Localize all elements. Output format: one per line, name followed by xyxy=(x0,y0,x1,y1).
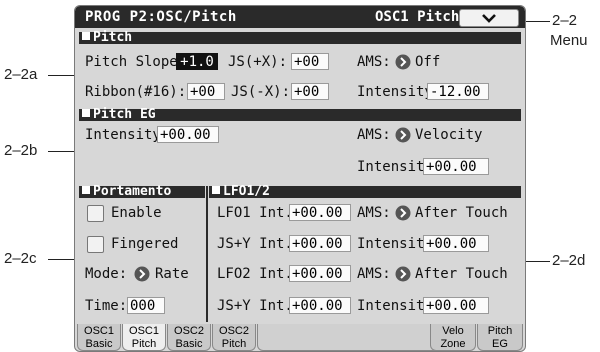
callout-2-2b-line xyxy=(48,151,74,152)
lfo1-ams-label: AMS: xyxy=(357,205,391,221)
menu-callout-line xyxy=(524,21,550,22)
callout-2-2a-line xyxy=(48,75,74,76)
title-bar: PROG P2:OSC/Pitch OSC1 Pitch xyxy=(75,6,525,28)
page-subtitle: OSC1 Pitch xyxy=(375,9,460,25)
menu-button[interactable] xyxy=(459,9,519,27)
pitch-slope-field[interactable]: +1.0 xyxy=(176,53,218,70)
ribbon-field[interactable]: +00 xyxy=(187,83,225,100)
js-minus-x-label: JS(-X): xyxy=(231,84,291,100)
callout-2-2c-line xyxy=(48,259,74,260)
js-plus-x-field[interactable]: +00 xyxy=(291,53,329,70)
lfo2-ams-label: AMS: xyxy=(357,266,391,282)
eg-ams-label: AMS: xyxy=(357,127,391,143)
pitch-ams-value[interactable]: Off xyxy=(415,54,440,70)
tab-osc2-basic[interactable]: OSC2 Basic xyxy=(167,324,211,351)
callout-2-2d: 2–2d xyxy=(552,252,586,269)
jsy2-int-field[interactable]: +00.00 xyxy=(289,297,351,314)
page-title: PROG P2:OSC/Pitch xyxy=(85,9,237,25)
tab-pitch-eg[interactable]: Pitch EG xyxy=(477,324,523,351)
callout-2-2c: 2–2c xyxy=(4,250,37,267)
time-label: Time: xyxy=(85,298,128,314)
ribbon-label: Ribbon(#16): xyxy=(85,84,187,100)
mode-label: Mode: xyxy=(85,266,128,282)
enable-label: Enable xyxy=(111,205,162,221)
tab-osc1-basic[interactable]: OSC1 Basic xyxy=(77,324,121,351)
eg-ams-arrow-icon[interactable] xyxy=(395,127,411,143)
lfo2-ams-arrow-icon[interactable] xyxy=(395,266,411,282)
eg-intensity-field[interactable]: +00.00 xyxy=(157,126,219,143)
fingered-checkbox[interactable] xyxy=(87,236,104,253)
lfo2-ams-value[interactable]: After Touch xyxy=(415,266,508,282)
pitch-ams-arrow-icon[interactable] xyxy=(395,54,411,70)
callout-2-2b: 2–2b xyxy=(4,142,38,159)
js-plus-x-label: JS(+X): xyxy=(228,54,288,70)
callout-2-2a: 2–2a xyxy=(4,66,38,83)
tab-osc2-pitch[interactable]: OSC2 Pitch xyxy=(212,324,256,351)
eg-ams-intensity-field[interactable]: +00.00 xyxy=(423,158,489,175)
callout-2-2d-line xyxy=(524,261,550,262)
lfo2-intensity-field[interactable]: +00.00 xyxy=(423,297,489,314)
section-pitch-eg: Pitch EG xyxy=(79,108,521,121)
lfo1-ams-value[interactable]: After Touch xyxy=(415,205,508,221)
lfo2-int-field[interactable]: +00.00 xyxy=(289,265,351,282)
js-minus-x-field[interactable]: +00 xyxy=(291,83,329,100)
time-field[interactable]: 000 xyxy=(127,297,165,314)
tab-velo-zone[interactable]: Velo Zone xyxy=(430,324,476,351)
chevron-down-icon xyxy=(482,14,496,23)
fingered-label: Fingered xyxy=(111,236,179,252)
tab-blank xyxy=(257,324,445,351)
jsy1-int-field[interactable]: +00.00 xyxy=(289,235,351,252)
tab-osc1-pitch[interactable]: OSC1 Pitch xyxy=(122,324,166,351)
section-portamento: Portamento xyxy=(79,185,205,198)
pitch-ams-label: AMS: xyxy=(357,54,391,70)
lfo1-int-field[interactable]: +00.00 xyxy=(289,204,351,221)
page-tabs: OSC1 Basic OSC1 Pitch OSC2 Basic OSC2 Pitch … xyxy=(75,324,525,351)
lfo1-ams-arrow-icon[interactable] xyxy=(395,205,411,221)
eg-ams-value[interactable]: Velocity xyxy=(415,127,482,143)
mode-value[interactable]: Rate xyxy=(155,266,189,282)
section-lfo: LFO1/2 xyxy=(209,185,521,198)
enable-checkbox[interactable] xyxy=(87,205,104,222)
mode-arrow-icon[interactable] xyxy=(134,266,150,282)
pitch-slope-label: Pitch Slope: xyxy=(85,54,187,70)
section-pitch: Pitch xyxy=(79,31,521,44)
menu-callout-number: 2–2 xyxy=(552,12,578,29)
section-divider xyxy=(206,186,208,322)
menu-callout-text: Menu xyxy=(550,32,588,49)
pitch-intensity-field[interactable]: -12.00 xyxy=(427,83,489,100)
synth-screen: PROG P2:OSC/Pitch OSC1 Pitch Pitch Pitch… xyxy=(74,5,526,352)
lfo1-intensity-field[interactable]: +00.00 xyxy=(423,235,489,252)
